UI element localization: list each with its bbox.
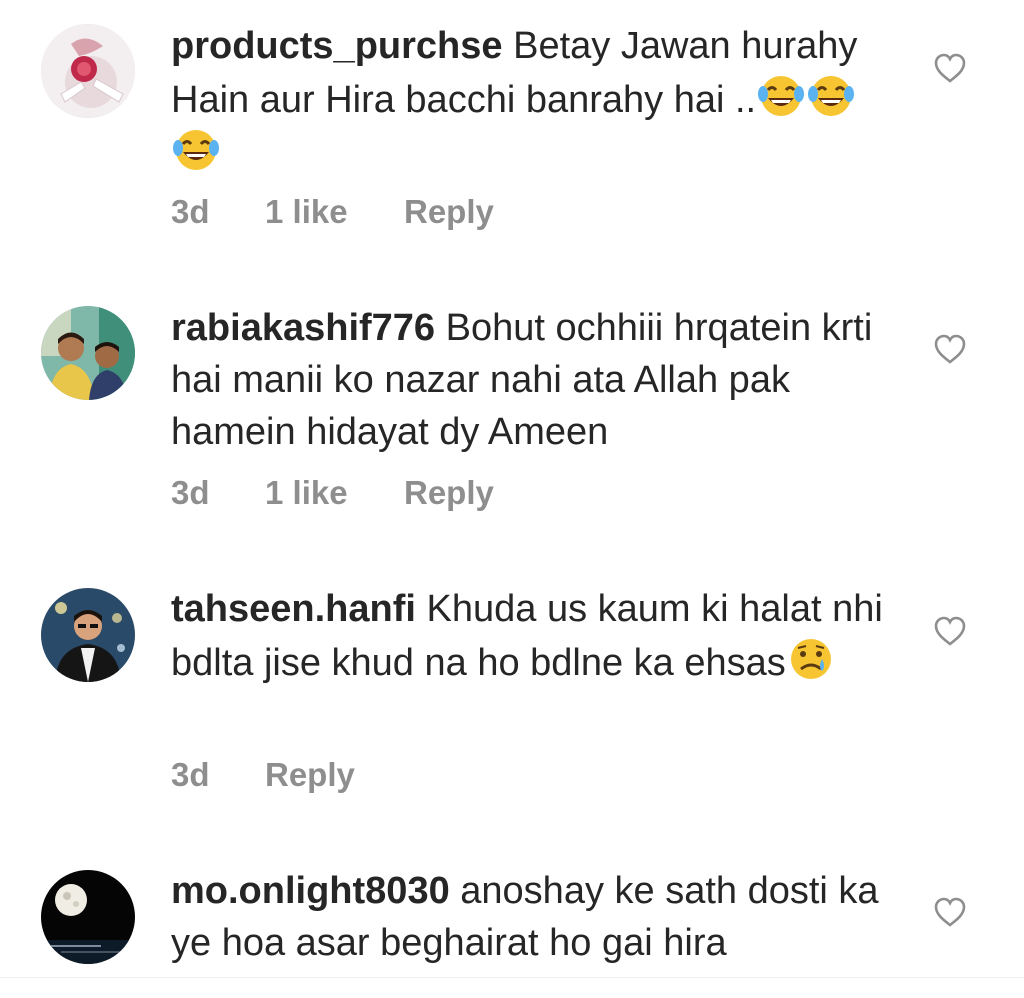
heart-outline-icon[interactable] bbox=[933, 333, 967, 365]
comment-username[interactable]: mo.onlight8030 bbox=[171, 870, 450, 912]
comment-text: products_purchse Betay Jawan hurahy Hain… bbox=[171, 20, 901, 180]
heart-outline-icon[interactable] bbox=[933, 615, 967, 647]
comment-username[interactable]: tahseen.hanfi bbox=[171, 588, 416, 630]
comment-text: tahseen.hanfi Khuda us kaum ki halat nhi… bbox=[171, 583, 901, 689]
comment-time[interactable]: 3d bbox=[171, 473, 210, 513]
comment-time[interactable]: 3d bbox=[171, 755, 210, 795]
crying-face-emoji bbox=[786, 635, 836, 681]
comment-time[interactable]: 3d bbox=[171, 192, 210, 232]
comment-username[interactable]: products_purchse bbox=[171, 25, 503, 67]
comment-text: rabiakashif776 Bohut ochhiii hrqatein kr… bbox=[171, 302, 901, 458]
avatar[interactable] bbox=[41, 588, 135, 682]
comment-text: mo.onlight8030 anoshay ke sath dosti ka … bbox=[171, 865, 901, 969]
bottom-edge bbox=[0, 977, 1024, 998]
reply-button[interactable]: Reply bbox=[265, 755, 355, 795]
heart-outline-icon[interactable] bbox=[933, 896, 967, 928]
avatar[interactable] bbox=[41, 870, 135, 964]
laughing-tears-emoji bbox=[171, 126, 221, 172]
avatar[interactable] bbox=[41, 24, 135, 118]
laughing-tears-emoji bbox=[756, 72, 806, 118]
reply-button[interactable]: Reply bbox=[404, 192, 494, 232]
avatar[interactable] bbox=[41, 306, 135, 400]
comment-username[interactable]: rabiakashif776 bbox=[171, 307, 435, 349]
laughing-tears-emoji bbox=[806, 72, 856, 118]
comment-likes[interactable]: 1 like bbox=[265, 192, 348, 232]
reply-button[interactable]: Reply bbox=[404, 473, 494, 513]
heart-outline-icon[interactable] bbox=[933, 52, 967, 84]
comment-likes[interactable]: 1 like bbox=[265, 473, 348, 513]
